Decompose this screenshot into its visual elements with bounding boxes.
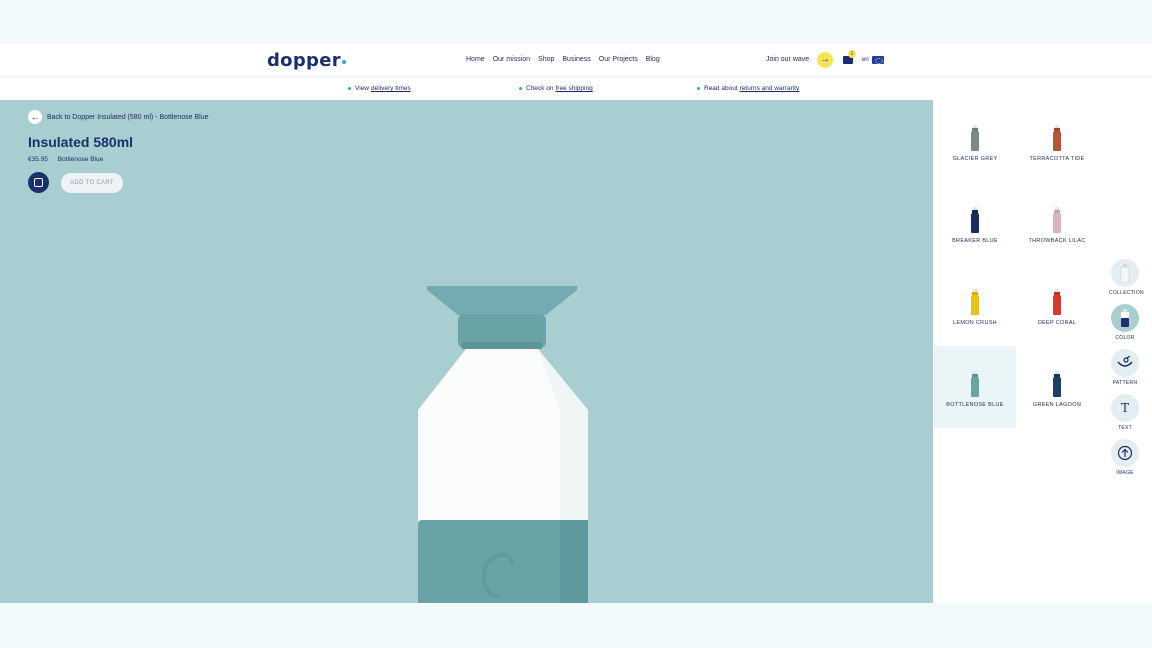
bottle-thumbnail [1053,207,1061,233]
nav-shop[interactable]: Shop [538,56,554,63]
logo-text: dopper [267,50,341,71]
shipping-info: Check on free shipping [519,85,593,92]
free-shipping-link[interactable]: free shipping [555,85,592,92]
back-link[interactable]: ← Back to Dopper Insulated (580 ml) - Bo… [28,110,208,124]
returns-prefix: Read about [704,85,738,92]
top-background [0,0,1152,44]
returns-warranty-link[interactable]: returns and warranty [740,85,800,92]
cart-count-badge: 1 [848,50,856,58]
swatch-label: TERRACOTTA TIDE [1029,156,1085,162]
pattern-icon [1111,349,1139,377]
tool-label: PATTERN [1112,380,1138,386]
bottle-thumbnail [971,371,979,397]
product-title: Insulated 580ml [28,134,134,150]
bullet-icon [697,87,700,90]
tool-label: COLOR [1115,335,1135,341]
site-header: dopper Home Our mission Shop Business Ou… [0,44,1152,77]
shipping-prefix: Check on [526,85,554,92]
gift-card-button[interactable] [28,172,49,193]
price-row: €35.95 Bottlenose Blue [28,156,111,163]
swatch-label: DEEP CORAL [1037,320,1077,326]
color-swatch-lemon-crush[interactable]: LEMON CRUSH [934,264,1016,346]
tool-image[interactable]: IMAGE [1109,439,1141,476]
nav-home[interactable]: Home [466,56,485,63]
bottom-background [0,603,1152,648]
bottle-thumbnail [971,207,979,233]
bullet-icon [519,87,522,90]
delivery-info: View delivery times [348,85,411,92]
main-nav: Home Our mission Shop Business Our Proje… [466,56,668,63]
bottle-cap-top [427,286,577,315]
bottle-thumbnail [971,125,979,151]
color-swatch-bottlenose-blue[interactable]: BOTTLENOSE BLUE [934,346,1016,428]
swatch-label: GREEN LAGOON [1032,402,1082,408]
color-swatch-throwback-lilac[interactable]: THROWBACK LILAC [1016,182,1098,264]
bottle-thumbnail [971,289,979,315]
join-arrow-button[interactable]: → [817,52,833,68]
nav-our-mission[interactable]: Our mission [493,56,530,63]
tool-label: COLLECTION [1109,290,1144,296]
bottle-sleeve-shade [560,520,588,603]
swatch-label: THROWBACK LILAC [1028,238,1086,244]
logo-dot [341,60,346,64]
add-to-cart-button[interactable]: ADD TO CART [61,173,123,193]
color-swatch-terracotta-tide[interactable]: TERRACOTTA TIDE [1016,100,1098,182]
delivery-times-link[interactable]: delivery times [371,85,411,92]
upload-icon [1111,439,1139,467]
delivery-prefix: View [355,85,369,92]
product-color-name: Bottlenose Blue [57,156,104,163]
color-swatch-deep-coral[interactable]: DEEP CORAL [1016,264,1098,346]
color-swatch-green-lagoon[interactable]: GREEN LAGOON [1016,346,1098,428]
tool-pattern[interactable]: PATTERN [1109,349,1141,386]
language-selector[interactable]: en [862,57,869,63]
swatch-label: LEMON CRUSH [953,320,997,326]
tool-color[interactable]: COLOR [1109,304,1141,341]
tool-label: TEXT [1118,425,1132,431]
swatch-label: GLACIER GREY [952,156,998,162]
color-swatch-glacier-grey[interactable]: GLACIER GREY [934,100,1016,182]
bottle-thumbnail [1053,125,1061,151]
bottle-cap-ring [462,342,542,349]
back-link-label: Back to Dopper Insulated (580 ml) - Bott… [47,113,209,121]
dopper-logo[interactable]: dopper [267,50,346,71]
product-stage: ← Back to Dopper Insulated (580 ml) - Bo… [0,100,933,603]
text-icon: T [1111,394,1139,422]
nav-business[interactable]: Business [562,56,590,63]
nav-our-projects[interactable]: Our Projects [599,56,638,63]
bottle-preview [418,286,588,603]
bottle-thumbnail [1053,371,1061,397]
color-bottle-icon [1111,304,1139,332]
eu-flag-icon[interactable] [872,56,884,64]
product-price: €35.95 [28,156,48,163]
swatch-label: BOTTLENOSE BLUE [946,402,1004,408]
join-our-wave-link[interactable]: Join our wave [766,56,809,63]
arrow-left-icon[interactable]: ← [28,110,42,124]
info-bar: View delivery times Check on free shippi… [0,78,1152,100]
tool-collection[interactable]: COLLECTION [1109,259,1144,296]
tool-label: IMAGE [1116,470,1134,476]
bottle-icon [1111,259,1139,287]
gift-icon [34,178,43,187]
swatch-label: BREAKER BLUE [952,238,998,244]
bottle-thumbnail [1053,289,1061,315]
nav-blog[interactable]: Blog [646,56,660,63]
color-swatch-breaker-blue[interactable]: BREAKER BLUE [934,182,1016,264]
tool-text[interactable]: T TEXT [1109,394,1141,431]
returns-info: Read about returns and warranty [697,85,799,92]
bullet-icon [348,87,351,90]
